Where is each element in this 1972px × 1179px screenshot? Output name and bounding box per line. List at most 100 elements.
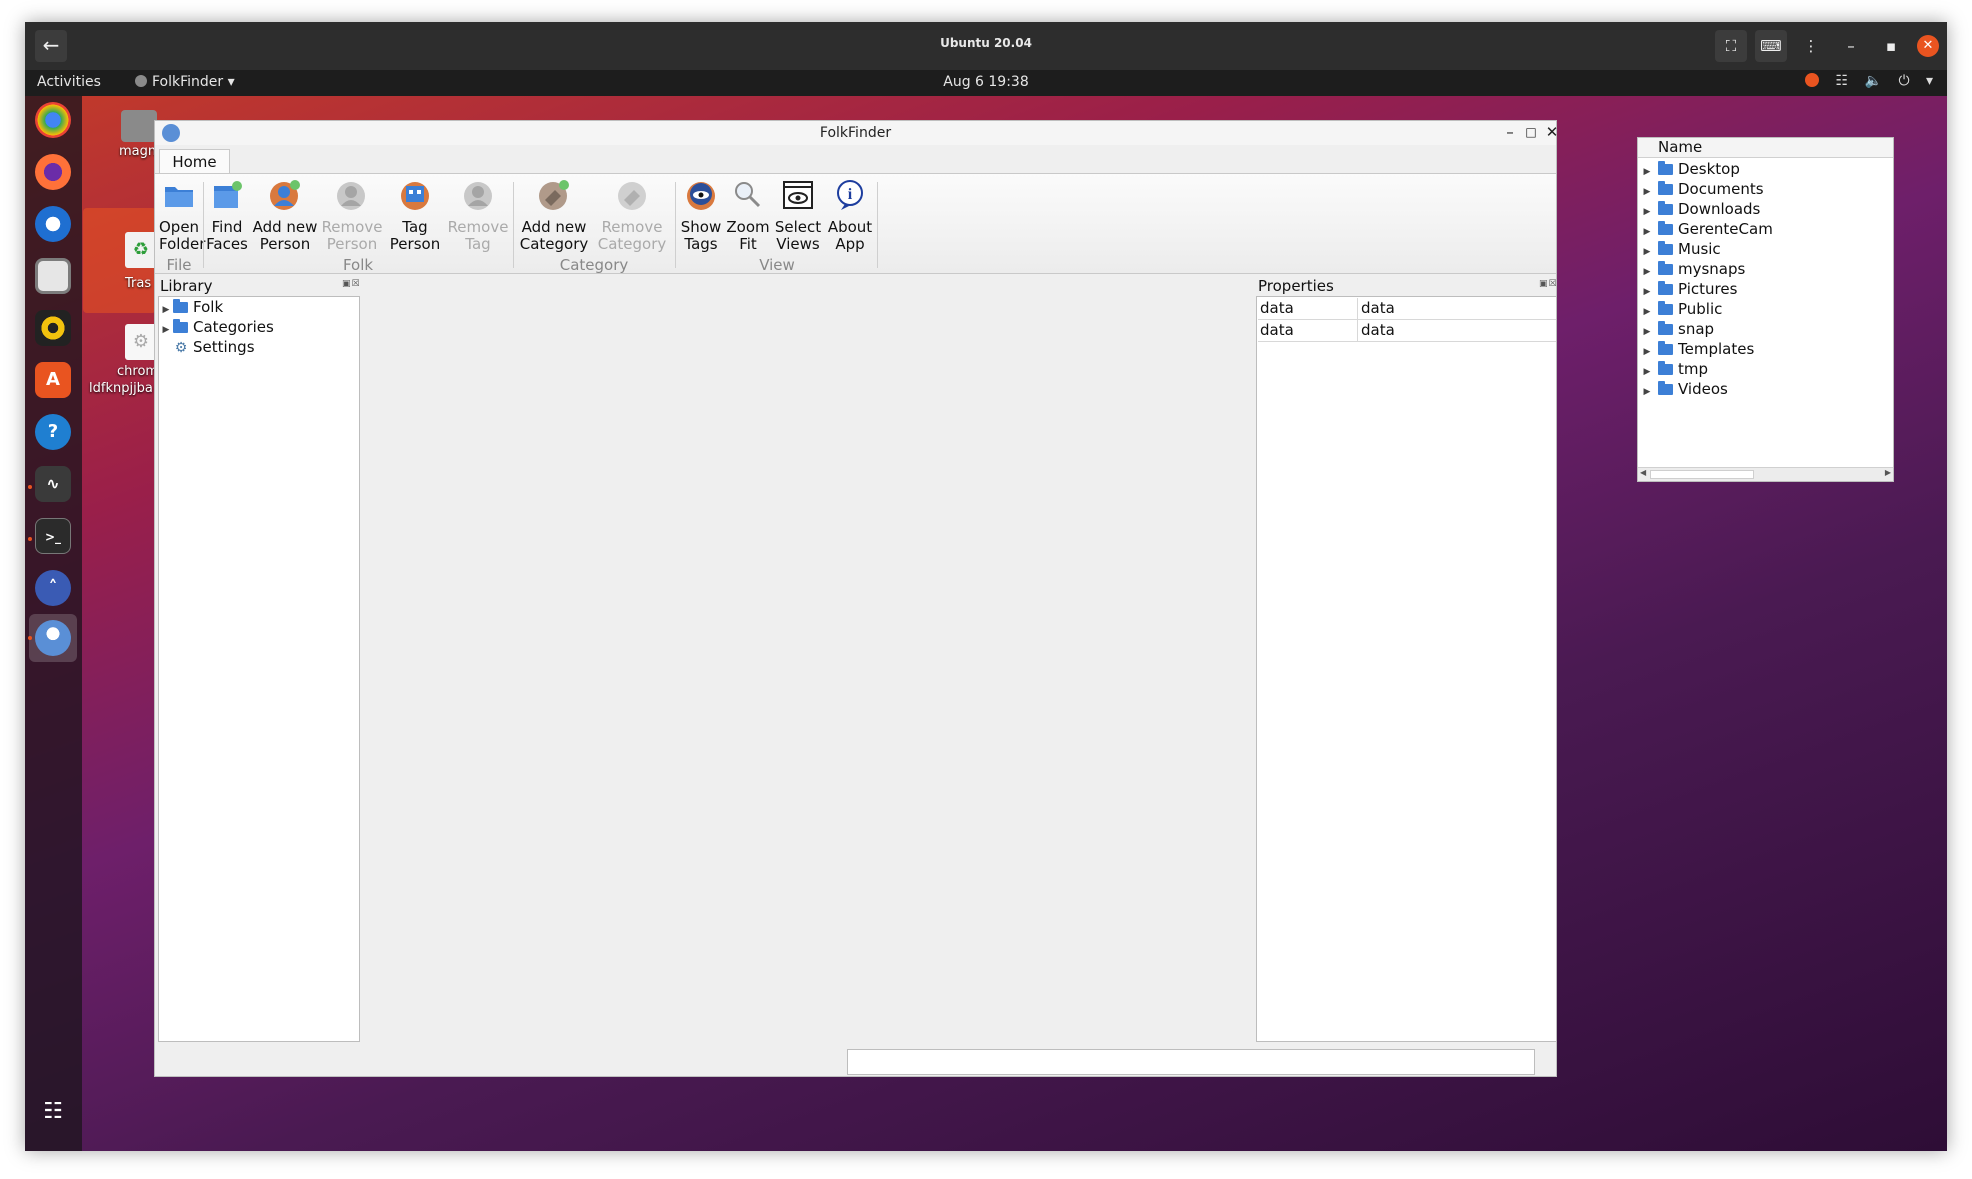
app-icon[interactable]: ˄ [35,570,71,606]
window-titlebar[interactable]: FolkFinder – □ ✕ [155,121,1558,145]
scrollbar-thumb[interactable] [1650,470,1754,479]
select-views-button[interactable]: Select Views [773,178,823,253]
software-icon[interactable]: A [35,362,71,398]
file-tree-window[interactable]: Name ▶ Desktop ▶ Documents ▶ Downloads ▶ Gerent… [1637,137,1894,482]
firefox-icon[interactable] [35,154,71,190]
file-tree-item[interactable]: ▶ snap [1640,319,1715,339]
file-tree-item[interactable]: ▶ Documents [1640,179,1764,199]
open-folder-button[interactable]: Open Folder [159,178,205,253]
name-column-header[interactable]: Name [1638,138,1893,158]
file-tree-item[interactable]: ▶ Pictures [1640,279,1738,299]
panel-float-close-icon[interactable]: ▣☒ [342,279,361,289]
remove-tag-button[interactable]: Remove Tag [445,178,511,253]
status-input[interactable] [847,1049,1535,1075]
file-tree-item-label: GerenteCam [1678,220,1773,238]
folder-icon [1658,341,1673,355]
rhythmbox-icon[interactable] [35,310,71,346]
fullscreen-icon[interactable]: ⛶ [1715,30,1747,62]
button-label-line2: Category [597,235,667,253]
show-apps-icon[interactable]: ☷ [35,1094,71,1130]
chevron-down-icon: ▾ [1925,73,1933,89]
library-item-categories[interactable]: ▶ Categories [159,317,274,337]
library-item-settings[interactable]: ⚙ Settings [159,337,255,357]
button-label-line1: Remove [447,218,509,236]
file-tree-item[interactable]: ▶ Public [1640,299,1723,319]
file-tree-item-label: Documents [1678,180,1764,198]
ubuntu-indicator-icon[interactable] [1805,73,1820,87]
panel-float-close-icon[interactable]: ▣☒ [1539,279,1558,289]
property-row[interactable]: data data [1258,298,1556,320]
minimize-icon[interactable]: – [1835,30,1867,62]
tab-home[interactable]: Home [159,149,230,174]
window-title: FolkFinder [819,125,892,141]
gear-icon: ⚙ [174,340,188,356]
file-tree-item[interactable]: ▶ GerenteCam [1640,219,1773,239]
dock: A ? ∿ >_ ˄ ☷ [25,96,82,1151]
more-vertical-icon[interactable]: ⋮ [1795,30,1827,62]
zoom-fit-button[interactable]: Zoom Fit [725,178,771,253]
help-icon[interactable]: ? [35,414,71,450]
home-folder-icon[interactable] [121,110,157,142]
show-tags-button[interactable]: Show Tags [679,178,723,253]
ribbon: Open Folder File Find Faces Add new Pers… [155,173,1556,274]
file-tree-item[interactable]: ▶ Templates [1640,339,1755,359]
minimize-icon[interactable]: – [1500,122,1520,142]
keyboard-icon[interactable]: ⌨ [1755,30,1787,62]
library-item-folk[interactable]: ▶ Folk [159,297,224,317]
remove-category-button[interactable]: Remove Category [593,178,671,253]
group-label-category: Category [559,256,629,274]
button-label-line2: Faces [206,235,248,253]
property-value[interactable]: data [1361,298,1395,319]
remove-tag-icon [464,182,492,210]
close-icon[interactable]: ✕ [1542,122,1562,142]
add-category-button[interactable]: Add new Category [517,178,591,253]
maximize-icon[interactable]: □ [1521,122,1541,142]
chrome-icon[interactable] [35,102,71,138]
property-row[interactable]: data data [1258,320,1556,342]
system-monitor-icon[interactable]: ∿ [35,466,71,502]
library-panel[interactable]: ▶ Folk ▶ Categories ⚙ Settings [158,296,360,1042]
thunderbird-icon[interactable] [35,206,71,242]
button-label-line2: Person [326,235,378,253]
clock[interactable]: Aug 6 19:38 [25,74,1947,90]
terminal-icon[interactable]: >_ [35,518,71,554]
add-person-button[interactable]: Add new Person [251,178,319,253]
file-tree-item[interactable]: ▶ mysnaps [1640,259,1746,279]
system-tray[interactable]: ☷ 🔈 ⏻ ▾ [1793,73,1933,89]
button-label-line1: Remove [601,218,663,236]
file-tree-item[interactable]: ▶ Desktop [1640,159,1740,179]
desktop-icon-label: chrom [117,364,159,379]
image-view-area[interactable] [364,296,1253,1042]
remove-person-button[interactable]: Remove Person [319,178,385,253]
find-faces-button[interactable]: Find Faces [205,178,249,253]
file-tree-item[interactable]: ▶ tmp [1640,359,1708,379]
folkfinder-icon[interactable] [35,620,71,656]
expand-arrow-icon[interactable]: ▶ [1640,382,1654,402]
button-label-line1: Add new [521,218,587,236]
button-label-line2: Person [259,235,311,253]
group-separator [203,182,204,268]
scroll-right-icon[interactable]: ▶ [1885,468,1891,477]
button-label-line1: Show [680,218,722,236]
ubuntu-top-bar: Activities FolkFinder ▾ Aug 6 19:38 ☷ 🔈 … [25,70,1947,96]
property-value[interactable]: data [1361,320,1395,341]
library-panel-title: Library [160,277,213,295]
folder-icon [1658,161,1673,175]
close-icon[interactable]: ✕ [1917,35,1939,57]
horizontal-scrollbar[interactable]: ◀ ▶ [1638,467,1893,481]
file-tree-item[interactable]: ▶ Videos [1640,379,1728,399]
running-indicator [28,485,32,489]
settings-file-icon[interactable]: ⚙ [125,324,157,360]
files-icon[interactable] [35,258,71,294]
file-tree-item[interactable]: ▶ Downloads [1640,199,1761,219]
tag-person-button[interactable]: Tag Person [387,178,443,253]
about-app-button[interactable]: i About App [825,178,875,253]
properties-panel[interactable]: data data data data [1256,296,1557,1042]
file-tree-item[interactable]: ▶ Music [1640,239,1721,259]
file-tree-item-label: Downloads [1678,200,1761,218]
maximize-icon[interactable]: ▪ [1875,30,1907,62]
scroll-left-icon[interactable]: ◀ [1640,468,1646,477]
trash-icon[interactable]: ♻ [125,232,157,268]
svg-text:i: i [848,186,853,203]
desktop-icon-label: ldfknpjjba [89,381,153,396]
